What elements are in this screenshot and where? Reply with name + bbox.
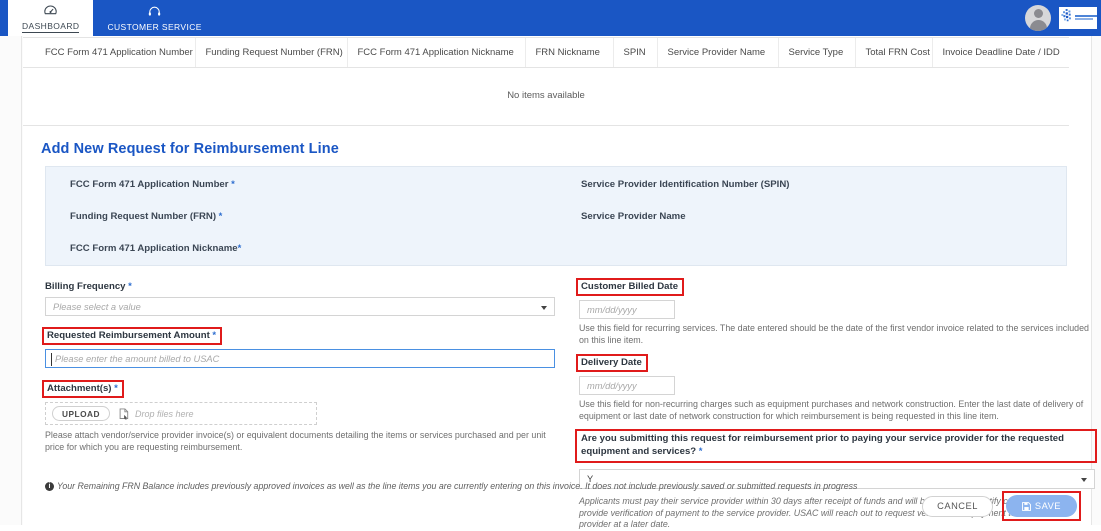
info-label-spin: Service Provider Identification Number (… xyxy=(581,179,790,190)
col-spin: SPIN xyxy=(612,37,657,68)
delivery-date-placeholder: mm/dd/yyyy xyxy=(587,380,637,391)
col-service-provider-name: Service Provider Name xyxy=(656,37,778,68)
billing-frequency-field: Billing Frequency * Please select a valu… xyxy=(45,276,555,316)
required-asterisk: * xyxy=(696,445,703,457)
info-label-frn: Funding Request Number (FRN) * xyxy=(70,211,222,222)
billing-frequency-placeholder: Please select a value xyxy=(53,301,141,312)
info-label-app-nickname-text: FCC Form 471 Application Nickname xyxy=(70,243,238,254)
required-asterisk: * xyxy=(237,243,242,254)
info-label-frn-text: Funding Request Number (FRN) xyxy=(70,211,217,222)
delivery-date-field: Delivery Date mm/dd/yyyy Use this field … xyxy=(576,352,1095,422)
form-left-column: Billing Frequency * Please select a valu… xyxy=(42,276,555,453)
page-body: FCC Form 471 Application Number Funding … xyxy=(0,36,1101,529)
top-navigation-bar: DASHBOARD CUSTOMER SERVICE xyxy=(0,0,1101,36)
billing-frequency-label-text: Billing Frequency xyxy=(45,281,126,292)
prepay-question-label-text: Are you submitting this request for reim… xyxy=(581,433,1064,457)
frn-summary-table: FCC Form 471 Application Number Funding … xyxy=(23,37,1069,126)
attachments-label: Attachment(s) * xyxy=(42,380,124,398)
nav-tab-dashboard-label: DASHBOARD xyxy=(22,21,80,33)
required-asterisk: * xyxy=(209,330,217,341)
upload-button[interactable]: UPLOAD xyxy=(52,406,111,421)
billing-frequency-label: Billing Frequency * xyxy=(45,281,132,293)
page-title: Add New Request for Reimbursement Line xyxy=(41,141,339,157)
table-header-row: FCC Form 471 Application Number Funding … xyxy=(23,37,1069,68)
nav-tab-customer-service[interactable]: CUSTOMER SERVICE xyxy=(93,0,215,36)
requested-amount-label-text: Requested Reimbursement Amount xyxy=(47,330,210,341)
requested-amount-label: Requested Reimbursement Amount * xyxy=(42,327,223,345)
delivery-date-input[interactable]: mm/dd/yyyy xyxy=(579,376,675,395)
info-label-app-nickname: FCC Form 471 Application Nickname* xyxy=(70,243,241,254)
required-asterisk: * xyxy=(216,211,223,222)
attachments-label-text: Attachment(s) xyxy=(47,383,112,394)
col-frn-nickname: FRN Nickname xyxy=(524,37,613,68)
usac-logo-wordmark xyxy=(1075,15,1097,21)
save-button-highlight: SAVE xyxy=(1001,491,1081,521)
save-button[interactable]: SAVE xyxy=(1005,495,1077,517)
required-asterisk: * xyxy=(228,179,235,190)
customer-billed-date-field: Customer Billed Date mm/dd/yyyy Use this… xyxy=(576,276,1095,346)
prepay-question-label-box: Are you submitting this request for reim… xyxy=(575,429,1097,463)
drop-files-text: Drop files here xyxy=(135,408,194,419)
delivery-date-label: Delivery Date xyxy=(576,354,648,372)
info-circle-icon: i xyxy=(45,482,54,491)
requested-amount-placeholder: Please enter the amount billed to USAC xyxy=(55,353,220,364)
floppy-disk-icon xyxy=(1021,501,1031,511)
nav-tab-customer-service-label: CUSTOMER SERVICE xyxy=(107,22,202,32)
col-frn: Funding Request Number (FRN) xyxy=(194,37,347,68)
info-label-form471-app-number: FCC Form 471 Application Number * xyxy=(70,179,235,190)
nav-left-spacer xyxy=(0,0,8,36)
form-action-buttons: CANCEL SAVE xyxy=(922,491,1081,521)
delivery-date-helper: Use this field for non-recurring charges… xyxy=(579,399,1084,421)
readonly-info-panel: FCC Form 471 Application Number * Fundin… xyxy=(45,166,1067,266)
table-empty-message: No items available xyxy=(23,67,1069,126)
avatar[interactable] xyxy=(1025,5,1051,31)
attachments-helper-text: Please attach vendor/service provider in… xyxy=(45,430,546,452)
usac-logo-mark xyxy=(1061,9,1074,27)
required-asterisk: * xyxy=(111,383,118,394)
cancel-button[interactable]: CANCEL xyxy=(922,495,993,517)
prepay-question-label: Are you submitting this request for reim… xyxy=(581,433,1090,458)
customer-billed-date-helper: Use this field for recurring services. T… xyxy=(579,323,1089,345)
billing-frequency-select[interactable]: Please select a value xyxy=(45,297,555,316)
table-empty-row: No items available xyxy=(23,67,1069,126)
col-total-frn-cost: Total FRN Cost xyxy=(854,37,932,68)
attachments-field: Attachment(s) * UPLOAD Drop files here P… xyxy=(42,378,555,453)
headset-icon xyxy=(148,6,161,20)
dashboard-gauge-icon xyxy=(44,5,57,19)
col-service-type: Service Type xyxy=(777,37,855,68)
file-drag-icon xyxy=(119,408,130,420)
chevron-down-icon xyxy=(541,305,547,310)
requested-amount-input[interactable]: Please enter the amount billed to USAC xyxy=(45,349,555,368)
chevron-down-icon xyxy=(1081,478,1087,482)
col-form471-app-number: FCC Form 471 Application Number xyxy=(23,37,195,68)
required-asterisk: * xyxy=(125,281,132,292)
col-invoice-deadline: Invoice Deadline Date / IDD xyxy=(931,37,1069,68)
customer-billed-date-input[interactable]: mm/dd/yyyy xyxy=(579,300,675,319)
reimbursement-form: Billing Frequency * Please select a valu… xyxy=(23,276,1097,529)
customer-billed-date-label: Customer Billed Date xyxy=(576,278,685,296)
content-card: FCC Form 471 Application Number Funding … xyxy=(23,36,1097,529)
file-drop-zone[interactable]: UPLOAD Drop files here xyxy=(45,402,317,425)
nav-tab-dashboard[interactable]: DASHBOARD xyxy=(8,0,94,36)
usac-logo xyxy=(1059,7,1097,29)
frn-balance-note-text: Your Remaining FRN Balance includes prev… xyxy=(57,481,858,491)
frn-balance-note: i Your Remaining FRN Balance includes pr… xyxy=(45,481,857,491)
customer-billed-date-placeholder: mm/dd/yyyy xyxy=(587,304,637,315)
info-label-form471-app-number-text: FCC Form 471 Application Number xyxy=(70,179,229,190)
requested-amount-field: Requested Reimbursement Amount * Please … xyxy=(42,325,555,368)
left-gutter xyxy=(0,36,22,525)
save-button-label: SAVE xyxy=(1034,501,1061,511)
info-label-service-provider-name: Service Provider Name xyxy=(581,211,686,222)
col-app-nickname: FCC Form 471 Application Nickname xyxy=(346,37,525,68)
